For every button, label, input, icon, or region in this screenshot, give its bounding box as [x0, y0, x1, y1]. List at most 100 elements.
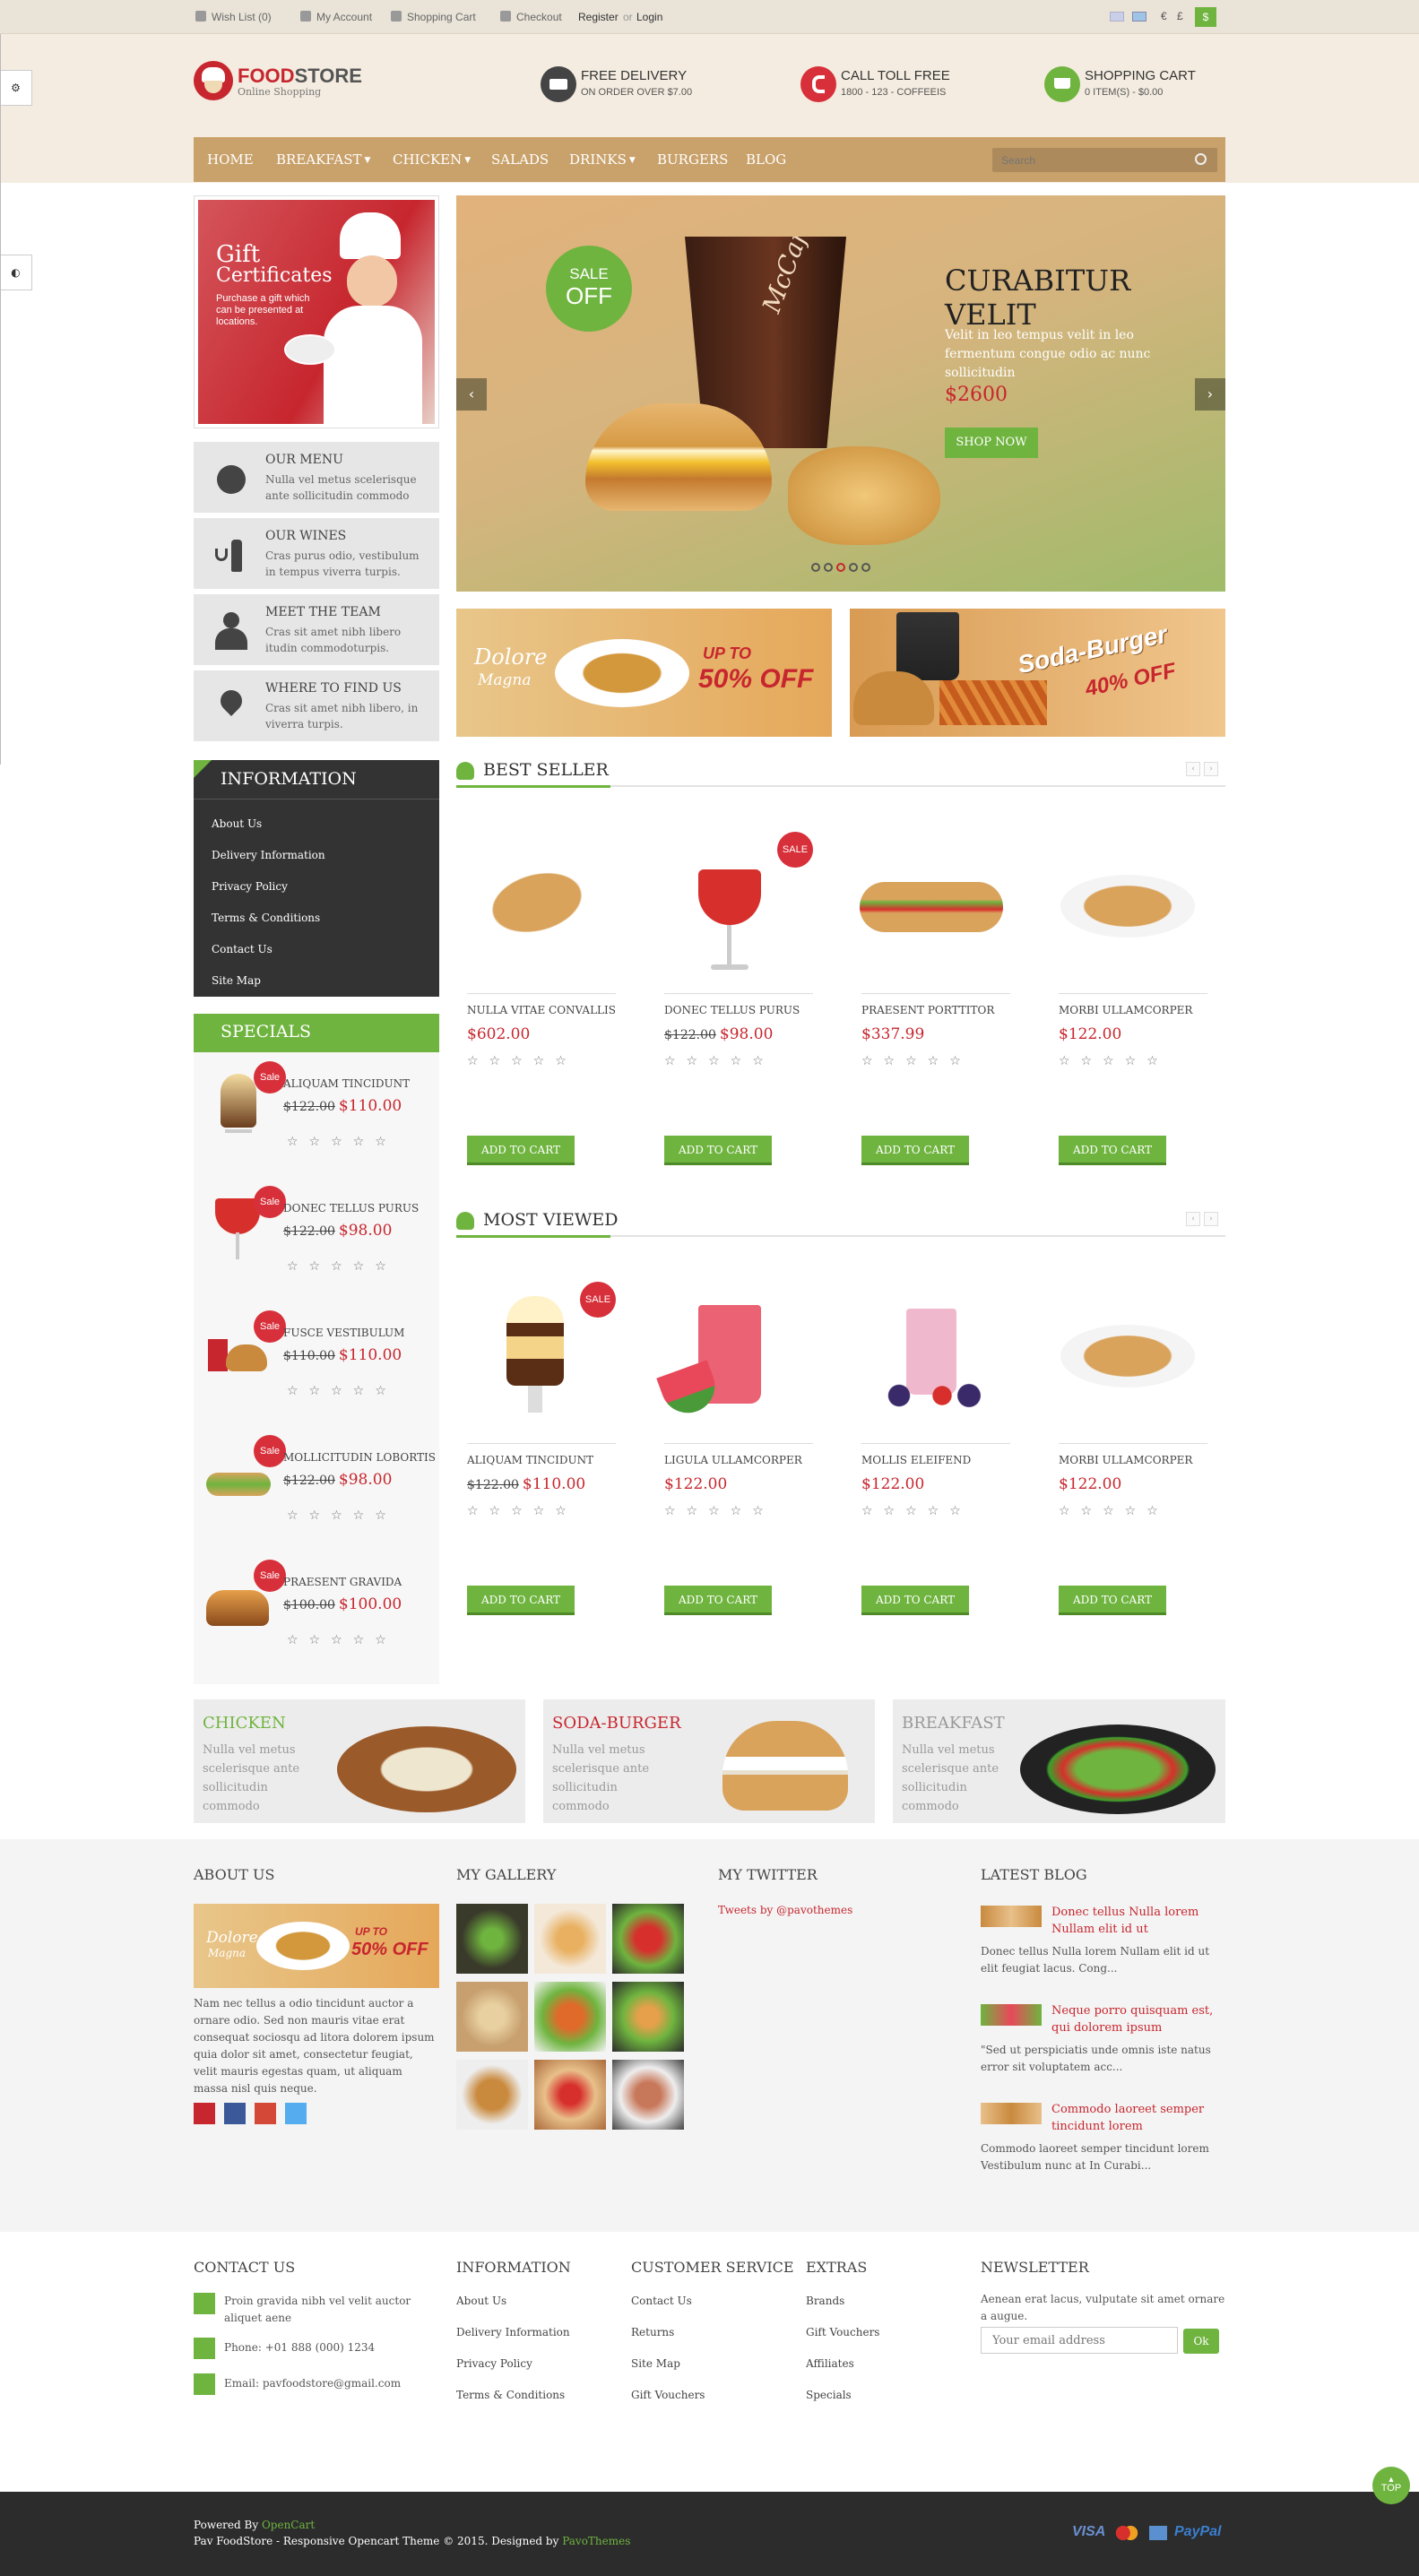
- add-to-cart-button[interactable]: ADD TO CART: [1059, 1136, 1166, 1165]
- back-to-top-button[interactable]: ▲ TOP: [1372, 2467, 1410, 2504]
- checkout-link[interactable]: Checkout: [500, 10, 562, 24]
- product-card[interactable]: SALE ALIQUAM TINCIDUNT $122.00 $110.00 ☆☆…: [456, 1260, 616, 1615]
- logo-text[interactable]: FOODSTORE: [238, 65, 362, 88]
- search-input[interactable]: [992, 148, 1217, 172]
- shopping-cart-summary[interactable]: 0 ITEM(S) - $0.00: [1085, 87, 1163, 98]
- gallery-image[interactable]: [456, 1904, 528, 1974]
- category-banner-soda-burger[interactable]: SODA-BURGER Nulla vel metus scelerisque …: [543, 1699, 875, 1823]
- blog-thumb-image[interactable]: [981, 1906, 1042, 1927]
- product-name[interactable]: MORBI ULLAMCORPER: [1059, 1454, 1192, 1466]
- special-item[interactable]: Sale ALIQUAM TINCIDUNT $122.00 $110.00 ☆☆…: [194, 1052, 439, 1177]
- blog-post-title[interactable]: Neque porro quisquam est, qui dolorem ip…: [1051, 2002, 1222, 2036]
- special-name[interactable]: FUSCE VESTIBULUM: [283, 1327, 404, 1339]
- add-to-cart-button[interactable]: ADD TO CART: [664, 1136, 772, 1165]
- carousel-prev-button[interactable]: ‹: [1186, 1212, 1200, 1226]
- nav-breakfast[interactable]: BREAKFAST ▼: [276, 137, 370, 182]
- product-image[interactable]: [1048, 1260, 1207, 1435]
- footer-link-privacy[interactable]: Privacy Policy: [456, 2357, 532, 2370]
- blog-post-title[interactable]: Donec tellus Nulla lorem Nullam elit id …: [1051, 1904, 1222, 1938]
- add-to-cart-button[interactable]: ADD TO CART: [1059, 1586, 1166, 1615]
- product-card[interactable]: PRAESENT PORTTITOR $337.99 ☆☆☆☆☆ ADD TO …: [851, 810, 1010, 1165]
- slider-dot[interactable]: [811, 563, 820, 572]
- pavothemes-link[interactable]: PavoThemes: [562, 2535, 630, 2547]
- product-card[interactable]: LIGULA ULLAMCORPER $122.00 ☆☆☆☆☆ ADD TO …: [653, 1260, 813, 1615]
- carousel-next-button[interactable]: ›: [1204, 762, 1218, 776]
- feature-our-wines[interactable]: OUR WINES Cras purus odio, vestibulum in…: [194, 518, 439, 592]
- theme-toggle-icon[interactable]: ◐: [0, 255, 32, 290]
- ar-flag-icon[interactable]: [1132, 12, 1146, 22]
- promo-banner-soda-burger[interactable]: Soda-Burger 40% OFF: [850, 609, 1225, 737]
- nav-blog[interactable]: BLOG: [746, 137, 786, 182]
- footer-link-sitemap[interactable]: Site Map: [631, 2357, 680, 2370]
- slider-dot-active[interactable]: [836, 563, 845, 572]
- gift-certificates-banner[interactable]: Gift Certificates Purchase a gift which …: [194, 195, 439, 428]
- nav-burgers[interactable]: BURGERS: [657, 137, 728, 182]
- currency-pound[interactable]: £: [1177, 10, 1183, 22]
- feature-meet-the-team[interactable]: MEET THE TEAM Cras sit amet nibh libero …: [194, 594, 439, 668]
- twitter-feed-link[interactable]: Tweets by @pavothemes: [718, 1904, 852, 1916]
- my-account-link[interactable]: My Account: [300, 10, 372, 24]
- twitter-icon[interactable]: [285, 2103, 307, 2124]
- nav-drinks[interactable]: DRINKS ▼: [569, 137, 636, 182]
- footer-link-gift-vouchers[interactable]: Gift Vouchers: [631, 2389, 705, 2401]
- slider-next-arrow[interactable]: ›: [1195, 378, 1225, 411]
- uk-flag-icon[interactable]: [1110, 12, 1124, 22]
- product-name[interactable]: DONEC TELLUS PURUS: [664, 1004, 800, 1016]
- promo-banner-dolore[interactable]: Dolore Magna UP TO 50% OFF: [456, 609, 832, 737]
- product-image[interactable]: [456, 810, 616, 985]
- logo-chef-icon[interactable]: [194, 61, 233, 100]
- gallery-image[interactable]: [456, 1982, 528, 2052]
- footer-link-affiliates[interactable]: Affiliates: [806, 2357, 854, 2370]
- product-name[interactable]: ALIQUAM TINCIDUNT: [467, 1454, 593, 1466]
- gallery-image[interactable]: [612, 1982, 684, 2052]
- hero-slider[interactable]: SALE OFF McCafé CURABITUR VELIT Velit in…: [456, 195, 1225, 592]
- special-item[interactable]: Sale FUSCE VESTIBULUM $110.00 $110.00 ☆☆☆…: [194, 1301, 439, 1426]
- newsletter-ok-button[interactable]: Ok: [1183, 2329, 1219, 2354]
- footer-link-returns[interactable]: Returns: [631, 2326, 674, 2338]
- product-name[interactable]: NULLA VITAE CONVALLIS: [467, 1004, 616, 1016]
- product-name[interactable]: MORBI ULLAMCORPER: [1059, 1004, 1192, 1016]
- currency-dollar[interactable]: $: [1195, 7, 1216, 27]
- nav-chicken[interactable]: CHICKEN ▼: [393, 137, 471, 182]
- wishlist-link[interactable]: Wish List (0): [195, 10, 272, 24]
- feature-our-menu[interactable]: OUR MENU Nulla vel metus scelerisque ant…: [194, 442, 439, 515]
- special-item[interactable]: Sale MOLLICITUDIN LOBORTIS $122.00 $98.00…: [194, 1426, 439, 1551]
- gallery-image[interactable]: [534, 1904, 606, 1974]
- newsletter-email-input[interactable]: [981, 2327, 1178, 2354]
- gallery-image[interactable]: [534, 1982, 606, 2052]
- add-to-cart-button[interactable]: ADD TO CART: [664, 1586, 772, 1615]
- slider-dot[interactable]: [849, 563, 858, 572]
- product-name[interactable]: LIGULA ULLAMCORPER: [664, 1454, 802, 1466]
- product-card[interactable]: MOLLIS ELEIFEND $122.00 ☆☆☆☆☆ ADD TO CAR…: [851, 1260, 1010, 1615]
- currency-euro[interactable]: €: [1161, 10, 1167, 22]
- shop-now-button[interactable]: SHOP NOW: [945, 428, 1038, 458]
- info-link-terms[interactable]: Terms & Conditions: [212, 912, 320, 924]
- product-image[interactable]: [653, 1260, 813, 1435]
- carousel-next-button[interactable]: ›: [1204, 1212, 1218, 1226]
- gallery-image[interactable]: [456, 2060, 528, 2130]
- category-banner-breakfast[interactable]: BREAKFAST Nulla vel metus scelerisque an…: [893, 1699, 1225, 1823]
- gallery-image[interactable]: [534, 2060, 606, 2130]
- product-name[interactable]: PRAESENT PORTTITOR: [861, 1004, 994, 1016]
- product-card[interactable]: MORBI ULLAMCORPER $122.00 ☆☆☆☆☆ ADD TO C…: [1048, 810, 1207, 1165]
- info-link-contact[interactable]: Contact Us: [212, 943, 273, 955]
- product-card[interactable]: SALE DONEC TELLUS PURUS $122.00 $98.00 ☆☆…: [653, 810, 813, 1165]
- info-link-delivery[interactable]: Delivery Information: [212, 849, 325, 861]
- blog-post-title[interactable]: Commodo laoreet semper tincidunt lorem: [1051, 2101, 1222, 2135]
- product-card[interactable]: NULLA VITAE CONVALLIS $602.00 ☆☆☆☆☆ ADD …: [456, 810, 616, 1165]
- cart-icon[interactable]: [1044, 66, 1080, 102]
- footer-link-terms[interactable]: Terms & Conditions: [456, 2389, 565, 2401]
- shopping-cart-link[interactable]: Shopping Cart: [391, 10, 476, 24]
- product-card[interactable]: MORBI ULLAMCORPER $122.00 ☆☆☆☆☆ ADD TO C…: [1048, 1260, 1207, 1615]
- product-name[interactable]: MOLLIS ELEIFEND: [861, 1454, 971, 1466]
- gallery-image[interactable]: [612, 1904, 684, 1974]
- slider-dot[interactable]: [861, 563, 870, 572]
- info-link-about-us[interactable]: About Us: [212, 817, 262, 830]
- search-icon[interactable]: [1195, 153, 1207, 165]
- nav-salads[interactable]: SALADS: [491, 137, 549, 182]
- settings-gear-icon[interactable]: ⚙: [0, 70, 32, 106]
- contact-email[interactable]: Email: pavfoodstore@gmail.com: [224, 2375, 401, 2392]
- blog-thumb-image[interactable]: [981, 2004, 1042, 2026]
- opencart-link[interactable]: OpenCart: [262, 2519, 315, 2531]
- slider-dot[interactable]: [824, 563, 833, 572]
